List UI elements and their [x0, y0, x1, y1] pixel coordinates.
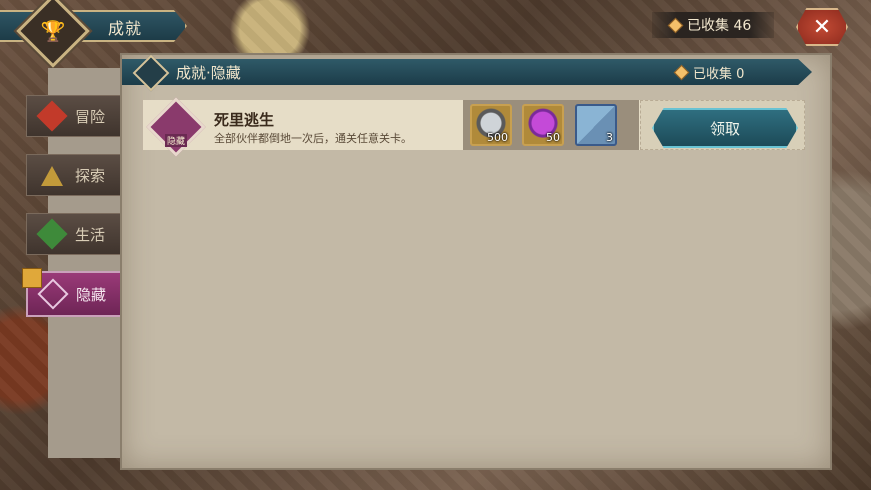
diamond-icon: [673, 64, 690, 81]
claim-button[interactable]: 领取: [652, 108, 798, 148]
explore-icon: [37, 160, 67, 190]
close-button[interactable]: ✕: [796, 8, 848, 46]
tab-explore[interactable]: 探索: [26, 154, 124, 196]
tab-label: 探索: [75, 166, 106, 185]
page-title: 成就: [108, 19, 143, 38]
panel-title: 成就·隐藏: [176, 64, 241, 82]
achievement-badge-label: 隐藏: [165, 134, 188, 147]
collected-count-text: 已收集 46: [687, 18, 752, 34]
trophy-icon: 🏆: [40, 19, 66, 43]
tab-label: 冒险: [75, 107, 106, 126]
reward-quantity: 50: [546, 131, 560, 144]
reward-quantity: 500: [487, 131, 508, 144]
collected-counter: 已收集 46: [652, 12, 774, 38]
house-icon: [36, 218, 68, 250]
tab-adventure[interactable]: 冒险: [26, 95, 124, 137]
reward-quantity: 3: [606, 131, 613, 144]
tab-label: 生活: [75, 225, 106, 244]
diamond-icon: [667, 17, 684, 33]
panel-collected-counter: 已收集 0: [673, 63, 745, 82]
gift-icon: [22, 268, 42, 288]
scroll-icon[interactable]: 3: [575, 104, 617, 146]
close-icon: ✕: [812, 14, 832, 40]
tab-label: 隐藏: [76, 285, 107, 304]
silver-coin-icon[interactable]: 500: [470, 104, 512, 146]
tab-life[interactable]: 生活: [26, 213, 124, 255]
purple-gem-icon[interactable]: 50: [522, 104, 564, 146]
panel-collected-text: 已收集 0: [693, 67, 745, 82]
achievement-description: 全部伙伴都倒地一次后，通关任意关卡。: [214, 132, 412, 145]
adventure-icon: [36, 100, 68, 132]
achievement-name: 死里逃生: [214, 111, 275, 129]
hidden-icon: [37, 278, 69, 310]
